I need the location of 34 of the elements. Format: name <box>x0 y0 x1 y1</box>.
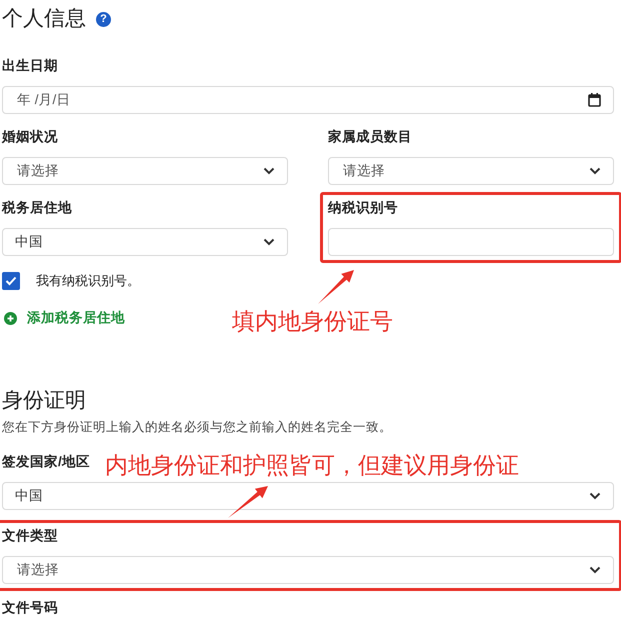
select-field[interactable]: 中国 <box>2 228 288 256</box>
plus-circle-icon <box>4 312 17 324</box>
date-field[interactable]: 年 /月/日 <box>2 86 614 114</box>
section-title: 个人信息 <box>2 6 86 32</box>
field-label: 家属成员数目 <box>328 128 412 146</box>
select-field[interactable]: 中国 <box>2 482 614 510</box>
calendar-icon <box>588 93 601 107</box>
chevron-down-icon <box>589 492 601 500</box>
select-field[interactable]: 请选择 <box>2 556 614 584</box>
field-label: 税务居住地 <box>2 199 72 217</box>
field-label: 婚姻状况 <box>2 128 58 146</box>
select-field[interactable]: 请选择 <box>2 157 288 185</box>
chevron-down-icon <box>263 238 275 246</box>
select-field[interactable]: 请选择 <box>328 157 614 185</box>
annotation-text: 填内地身份证号 <box>232 307 393 336</box>
help-icon[interactable]: ? <box>96 12 111 26</box>
field-label: 纳税识别号 <box>328 199 398 217</box>
annotation-arrow <box>228 486 268 518</box>
annotation-text: 内地身份证和护照皆可，但建议用身份证 <box>105 451 519 480</box>
field-label: 签发国家/地区 <box>2 453 90 471</box>
section-description: 您在下方身份证明上输入的姓名必须与您之前输入的姓名完全一致。 <box>2 419 393 435</box>
chevron-down-icon <box>263 167 275 175</box>
section-title: 身份证明 <box>2 388 86 414</box>
chevron-down-icon <box>589 566 601 574</box>
field-label: 文件类型 <box>2 527 58 545</box>
checkbox[interactable] <box>2 272 20 290</box>
field-label: 文件号码 <box>2 599 58 617</box>
add-tax-residence-link[interactable]: 添加税务居住地 <box>27 309 125 327</box>
field-label: 出生日期 <box>2 57 58 75</box>
checkbox-label: 我有纳税识别号。 <box>36 272 140 290</box>
input-field[interactable] <box>328 228 614 256</box>
chevron-down-icon <box>589 167 601 175</box>
annotation-arrow <box>318 270 354 304</box>
check-icon <box>5 276 17 286</box>
